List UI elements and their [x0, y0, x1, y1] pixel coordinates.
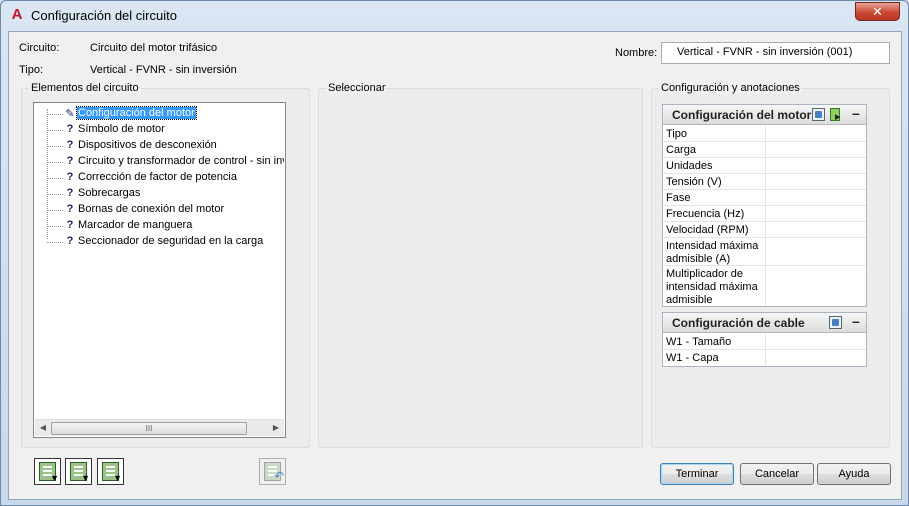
property-row-multiplicador[interactable]: Multiplicador de intensidad máxima admis… [663, 266, 866, 306]
property-label: Intensidad máxima admisible (A) [666, 240, 759, 265]
select-object-icon[interactable] [829, 108, 842, 123]
name-label: Nombre: [615, 47, 658, 59]
tree-item-label: Configuración del motor [76, 106, 197, 120]
select-group: Seleccionar [318, 82, 643, 448]
question-icon: ? [66, 171, 74, 183]
dialog-body: Circuito: Circuito del motor trifásico T… [8, 31, 902, 500]
insert-before-button[interactable]: ▼ [97, 458, 124, 485]
collapse-icon[interactable]: – [852, 313, 860, 329]
question-icon: ? [66, 203, 74, 215]
name-field[interactable]: Vertical - FVNR - sin inversión (001) [661, 42, 890, 64]
property-row-unidades[interactable]: Unidades [663, 158, 866, 174]
circuit-label: Circuito: [19, 42, 60, 54]
type-label: Tipo: [19, 64, 44, 76]
property-row-tension[interactable]: Tensión (V) [663, 174, 866, 190]
title-bar[interactable]: A Configuración del circuito ✕ [1, 1, 908, 31]
undo-arrow-icon: ↶ [273, 469, 284, 483]
insert-element-button[interactable]: ▼ [34, 458, 61, 485]
revert-button[interactable]: ↶ [259, 458, 286, 485]
property-label: W1 - Tamaño [666, 336, 732, 348]
scroll-left-icon[interactable]: ◀ [38, 423, 48, 432]
motor-config-panel: Configuración del motor – Tipo Carga Uni… [662, 104, 867, 307]
question-icon: ? [66, 235, 74, 247]
close-button[interactable]: ✕ [855, 2, 900, 21]
tree-item-motor-config[interactable]: ✎ Configuración del motor [34, 106, 284, 122]
collapse-icon[interactable]: – [852, 105, 860, 121]
tree-item-label: Sobrecargas [78, 187, 141, 199]
tree-item-label: Corrección de factor de potencia [78, 171, 237, 183]
close-icon: ✕ [872, 4, 883, 19]
arrow-down-icon: ▼ [113, 473, 122, 483]
property-row-frecuencia[interactable]: Frecuencia (Hz) [663, 206, 866, 222]
tree-item-label: Dispositivos de desconexión [78, 139, 217, 151]
tree-item-label: Bornas de conexión del motor [78, 203, 225, 215]
property-label: W1 - Capa [666, 352, 719, 364]
property-label: Unidades [666, 160, 713, 172]
cable-panel-header[interactable]: Configuración de cable – [663, 313, 866, 333]
tree-item-label: Marcador de manguera [78, 219, 193, 231]
property-label: Multiplicador de intensidad máxima admis… [666, 268, 758, 306]
circuit-elements-tree[interactable]: ✎ Configuración del motor ? Símbolo de m… [33, 102, 286, 438]
property-label: Tipo [666, 128, 687, 140]
cancel-button[interactable]: Cancelar [740, 463, 814, 485]
help-button[interactable]: Ayuda [817, 463, 891, 485]
property-row-fase[interactable]: Fase [663, 190, 866, 206]
config-group-title: Configuración y anotaciones [659, 82, 802, 94]
annotation-icon[interactable] [812, 108, 825, 121]
select-group-title: Seleccionar [326, 82, 388, 94]
annotation-icon[interactable] [829, 316, 842, 329]
elements-group-title: Elementos del circuito [29, 82, 141, 94]
cable-config-panel: Configuración de cable – W1 - Tamaño W1 … [662, 312, 867, 367]
question-icon: ? [66, 187, 74, 199]
property-label: Fase [666, 192, 691, 204]
property-row-carga[interactable]: Carga [663, 142, 866, 158]
type-value: Vertical - FVNR - sin inversión [90, 64, 237, 76]
tree-item-overloads[interactable]: ? Sobrecargas [34, 186, 284, 202]
question-icon: ? [66, 155, 74, 167]
property-label: Carga [666, 144, 696, 156]
window-title: Configuración del circuito [31, 8, 177, 23]
insert-after-button[interactable]: ▼ [65, 458, 92, 485]
property-label: Velocidad (RPM) [666, 224, 749, 236]
property-row-velocidad[interactable]: Velocidad (RPM) [663, 222, 866, 238]
property-row-w1-layer[interactable]: W1 - Capa [663, 350, 866, 366]
circuit-value: Circuito del motor trifásico [90, 42, 218, 54]
tree-item-label: Seccionador de seguridad en la carga [78, 235, 264, 247]
arrow-down-icon: ▼ [50, 473, 59, 483]
pencil-icon: ✎ [65, 108, 75, 120]
arrow-down-icon: ▼ [81, 473, 90, 483]
property-row-w1-size[interactable]: W1 - Tamaño [663, 334, 866, 350]
scroll-thumb[interactable]: III [51, 422, 247, 435]
scroll-right-icon[interactable]: ▶ [271, 423, 281, 432]
question-icon: ? [66, 219, 74, 231]
tree-item-motor-symbol[interactable]: ? Símbolo de motor [34, 122, 284, 138]
tree-item-disconnect-devices[interactable]: ? Dispositivos de desconexión [34, 138, 284, 154]
property-row-tipo[interactable]: Tipo [663, 126, 866, 142]
tree-item-label: Circuito y transformador de control - si… [78, 155, 284, 167]
tree-item-hose-marker[interactable]: ? Marcador de manguera [34, 218, 284, 234]
finish-button[interactable]: Terminar [660, 463, 734, 485]
dialog-window: A Configuración del circuito ✕ Circuito:… [0, 0, 909, 506]
question-icon: ? [66, 139, 74, 151]
property-label: Tensión (V) [666, 176, 722, 188]
tree-item-power-factor[interactable]: ? Corrección de factor de potencia [34, 170, 284, 186]
tree-item-control-circuit[interactable]: ? Circuito y transformador de control - … [34, 154, 284, 170]
cable-panel-title: Configuración de cable [672, 316, 805, 330]
horizontal-scrollbar[interactable]: ◀ III ▶ [35, 419, 284, 436]
property-label: Frecuencia (Hz) [666, 208, 745, 220]
question-icon: ? [66, 123, 74, 135]
autocad-logo-icon: A [11, 6, 23, 23]
tree-item-label: Símbolo de motor [78, 123, 165, 135]
tree-item-motor-terminals[interactable]: ? Bornas de conexión del motor [34, 202, 284, 218]
motor-panel-header[interactable]: Configuración del motor – [663, 105, 866, 125]
motor-panel-title: Configuración del motor [672, 108, 812, 122]
property-row-intensidad[interactable]: Intensidad máxima admisible (A) [663, 238, 866, 266]
tree-item-safety-switch[interactable]: ? Seccionador de seguridad en la carga [34, 234, 284, 250]
